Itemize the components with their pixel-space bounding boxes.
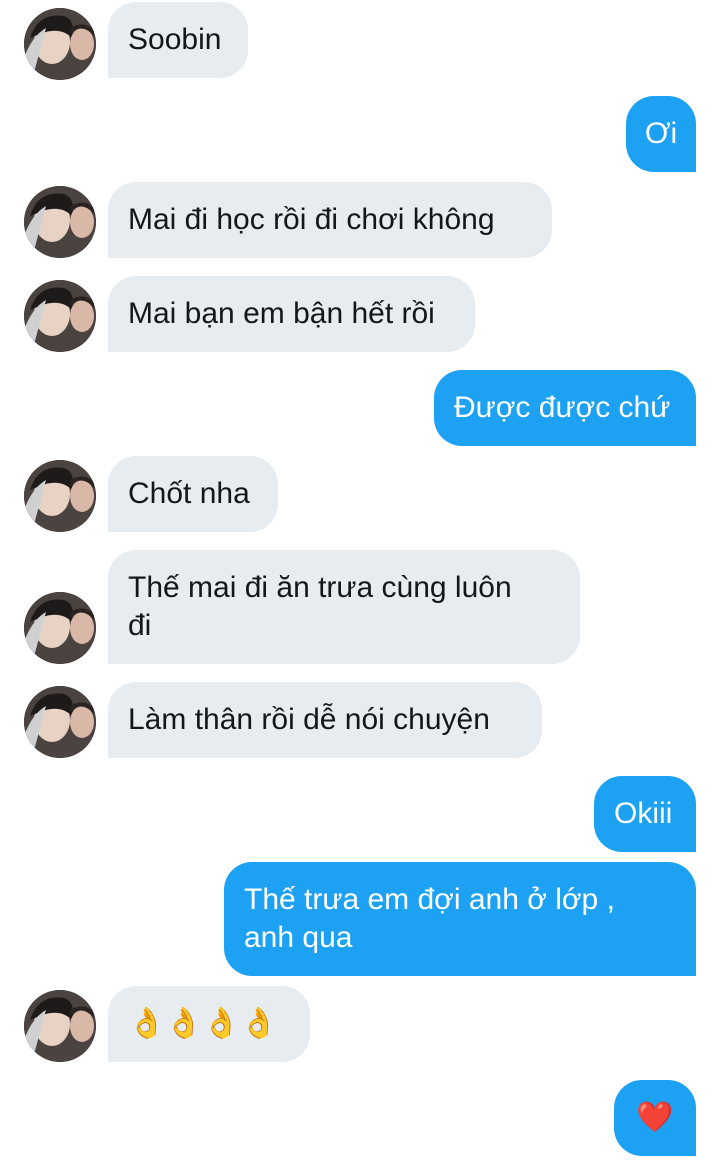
message-text: Mai bạn em bận hết rồi (128, 297, 435, 330)
ok-hand-icon: 👌👌👌👌 (128, 1007, 278, 1040)
contact-avatar[interactable] (24, 186, 96, 258)
contact-avatar[interactable] (24, 280, 96, 352)
contact-avatar[interactable] (24, 460, 96, 532)
outgoing-message-bubble[interactable]: Ơi (626, 96, 696, 172)
message-text: Ơi (644, 117, 678, 150)
incoming-message-bubble[interactable]: Thế mai đi ăn trưa cùng luôn đi (108, 550, 580, 664)
incoming-message-bubble[interactable]: Mai bạn em bận hết rồi (108, 276, 475, 352)
outgoing-message-bubble[interactable]: Được được chứ (434, 370, 696, 446)
message-text: Thế mai đi ăn trưa cùng luôn đi (128, 571, 512, 642)
incoming-message-bubble[interactable]: Làm thân rồi dễ nói chuyện (108, 682, 542, 758)
message-text: Thế trưa em đợi anh ở lớp , anh qua (244, 883, 615, 954)
message-text: Okiii (614, 797, 673, 830)
outgoing-message-bubble[interactable]: Okiii (594, 776, 696, 852)
contact-avatar[interactable] (24, 990, 96, 1062)
outgoing-message-bubble[interactable]: Thế trưa em đợi anh ở lớp , anh qua (224, 862, 696, 976)
red-heart-icon: ❤️ (636, 1101, 674, 1134)
chat-thread: Soobin Ơi Mai đi học rồi đi chơi không M… (0, 0, 720, 1169)
incoming-message-bubble[interactable]: 👌👌👌👌 (108, 986, 310, 1062)
incoming-message-bubble[interactable]: Mai đi học rồi đi chơi không (108, 182, 552, 258)
message-text: Chốt nha (128, 477, 250, 510)
message-text: Được được chứ (454, 391, 671, 424)
outgoing-message-bubble[interactable]: ❤️ (614, 1080, 696, 1156)
contact-avatar[interactable] (24, 592, 96, 664)
incoming-message-bubble[interactable]: Soobin (108, 2, 248, 78)
message-text: Làm thân rồi dễ nói chuyện (128, 703, 490, 736)
contact-avatar[interactable] (24, 686, 96, 758)
message-text: Mai đi học rồi đi chơi không (128, 203, 495, 236)
contact-avatar[interactable] (24, 8, 96, 80)
incoming-message-bubble[interactable]: Chốt nha (108, 456, 278, 532)
message-text: Soobin (128, 23, 222, 56)
